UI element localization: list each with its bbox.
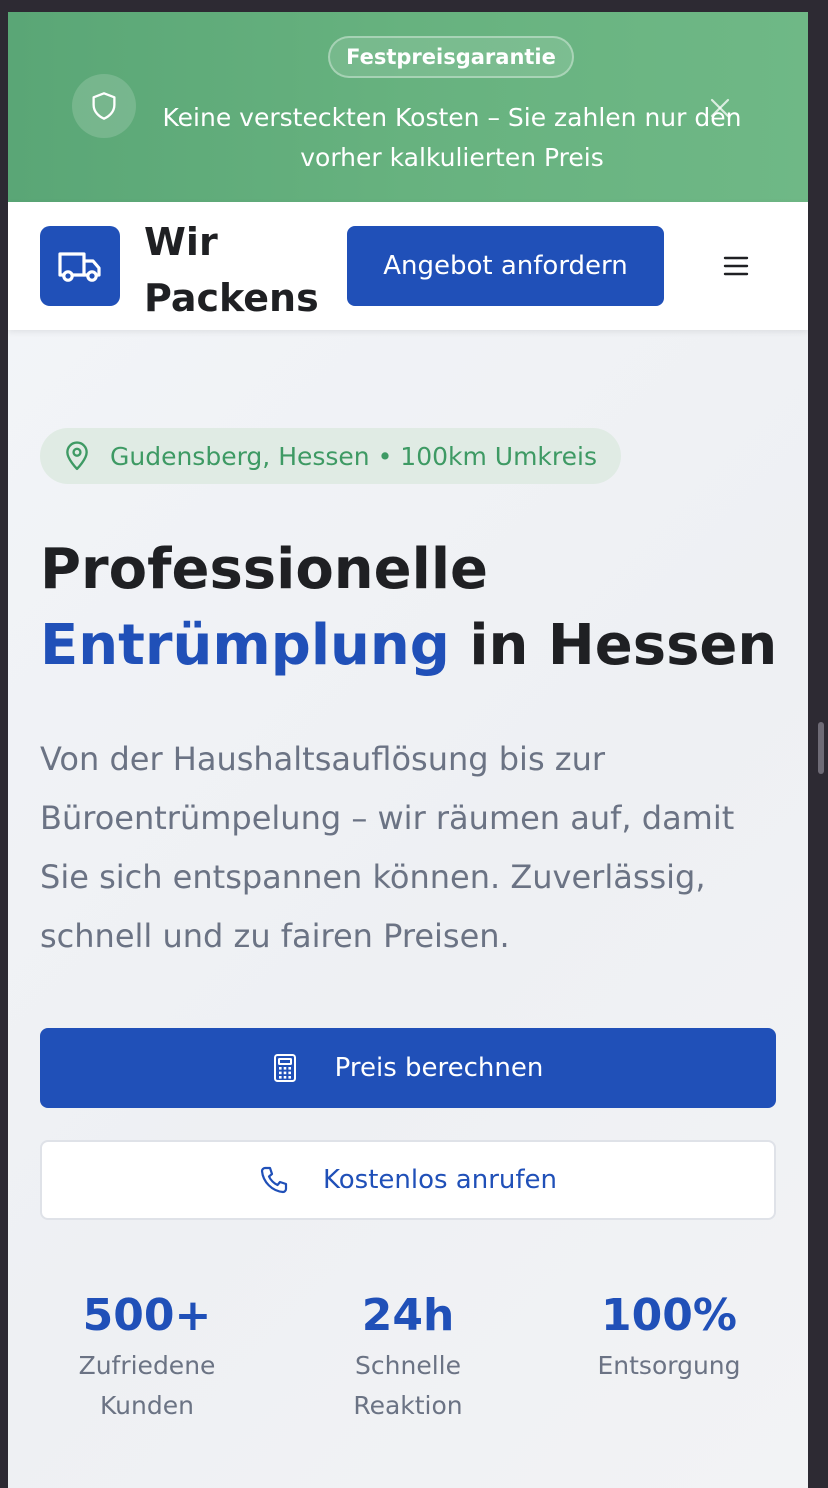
stat-value: 100% <box>601 1290 737 1341</box>
stat-value: 24h <box>361 1290 455 1341</box>
hero-title: Professionelle Entrümplung in Hessen <box>40 532 800 684</box>
guarantee-badge: Festpreisgarantie <box>328 36 574 78</box>
price-guarantee-banner: Festpreisgarantie Keine versteckten Kost… <box>8 12 808 202</box>
hero-title-accent: Entrümplung <box>40 613 450 678</box>
stat-label: Schnelle Reaktion <box>353 1351 463 1420</box>
hero-title-line-1: Professionelle <box>40 537 489 602</box>
scrollbar[interactable] <box>818 722 824 774</box>
close-icon[interactable] <box>704 92 736 124</box>
stat-label: Zufriedene Kunden <box>78 1351 216 1420</box>
request-quote-button[interactable]: Angebot anfordern <box>347 226 664 306</box>
hamburger-menu-icon[interactable] <box>716 246 756 286</box>
phone-icon <box>260 1166 288 1194</box>
site-header: Wir Packens Angebot anfordern <box>8 202 808 330</box>
calculate-price-label: Preis berechnen <box>334 1053 544 1083</box>
truck-icon <box>58 252 101 282</box>
stat-label: Entsorgung <box>597 1351 741 1380</box>
logo[interactable] <box>40 226 120 306</box>
location-badge: Gudensberg, Hessen • 100km Umkreis <box>40 428 621 484</box>
map-pin-icon <box>66 441 88 471</box>
call-free-button[interactable]: Kostenlos anrufen <box>40 1140 776 1220</box>
page-viewport: Festpreisgarantie Keine versteckten Kost… <box>8 12 808 1488</box>
brand-name[interactable]: Wir Packens <box>144 214 324 326</box>
brand-line-1: Wir <box>144 220 218 264</box>
hero-title-rest: in Hessen <box>469 613 778 678</box>
stat-value: 500+ <box>82 1290 212 1341</box>
stat-response: 24h Schnelle Reaktion <box>288 1288 528 1426</box>
brand-line-2: Packens <box>144 276 319 320</box>
calculate-price-button[interactable]: Preis berechnen <box>40 1028 776 1108</box>
shield-icon <box>72 74 136 138</box>
location-text: Gudensberg, Hessen • 100km Umkreis <box>110 441 597 471</box>
hero-description: Von der Haushaltsauflösung bis zur Büroe… <box>40 740 735 955</box>
stat-customers: 500+ Zufriedene Kunden <box>27 1288 267 1426</box>
banner-message: Keine versteckten Kosten – Sie zahlen nu… <box>162 103 742 172</box>
call-free-label: Kostenlos anrufen <box>322 1165 558 1195</box>
calculator-icon <box>273 1054 296 1082</box>
stat-disposal: 100% Entsorgung <box>549 1288 789 1386</box>
